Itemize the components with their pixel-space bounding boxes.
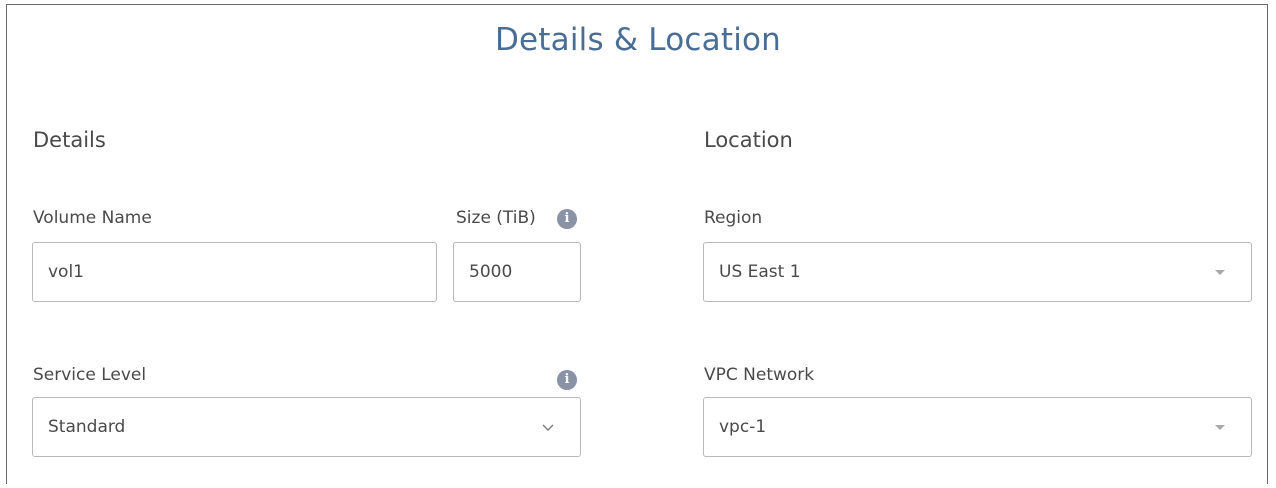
vpc-network-label: VPC Network	[704, 365, 815, 385]
page-title: Details & Location	[494, 22, 782, 58]
region-select[interactable]: US East 1	[703, 242, 1252, 302]
service-level-label: Service Level	[33, 365, 147, 385]
chevron-down-icon	[542, 424, 554, 431]
volume-name-input[interactable]	[32, 242, 437, 302]
size-input[interactable]	[453, 242, 581, 302]
caret-down-icon	[1215, 270, 1225, 275]
region-label: Region	[704, 208, 763, 228]
size-info-icon[interactable]: i	[557, 209, 577, 229]
location-heading: Location	[704, 128, 793, 152]
service-level-select[interactable]: Standard	[32, 397, 581, 457]
service-level-info-icon[interactable]: i	[557, 370, 577, 390]
region-selected-value: US East 1	[719, 262, 801, 282]
vpc-network-select[interactable]: vpc-1	[703, 397, 1252, 457]
details-heading: Details	[33, 128, 106, 152]
size-label: Size (TiB)	[456, 208, 536, 228]
caret-down-icon	[1215, 425, 1225, 430]
vpc-network-selected-value: vpc-1	[719, 417, 767, 437]
service-level-selected-value: Standard	[48, 417, 126, 437]
volume-name-label: Volume Name	[33, 208, 152, 228]
